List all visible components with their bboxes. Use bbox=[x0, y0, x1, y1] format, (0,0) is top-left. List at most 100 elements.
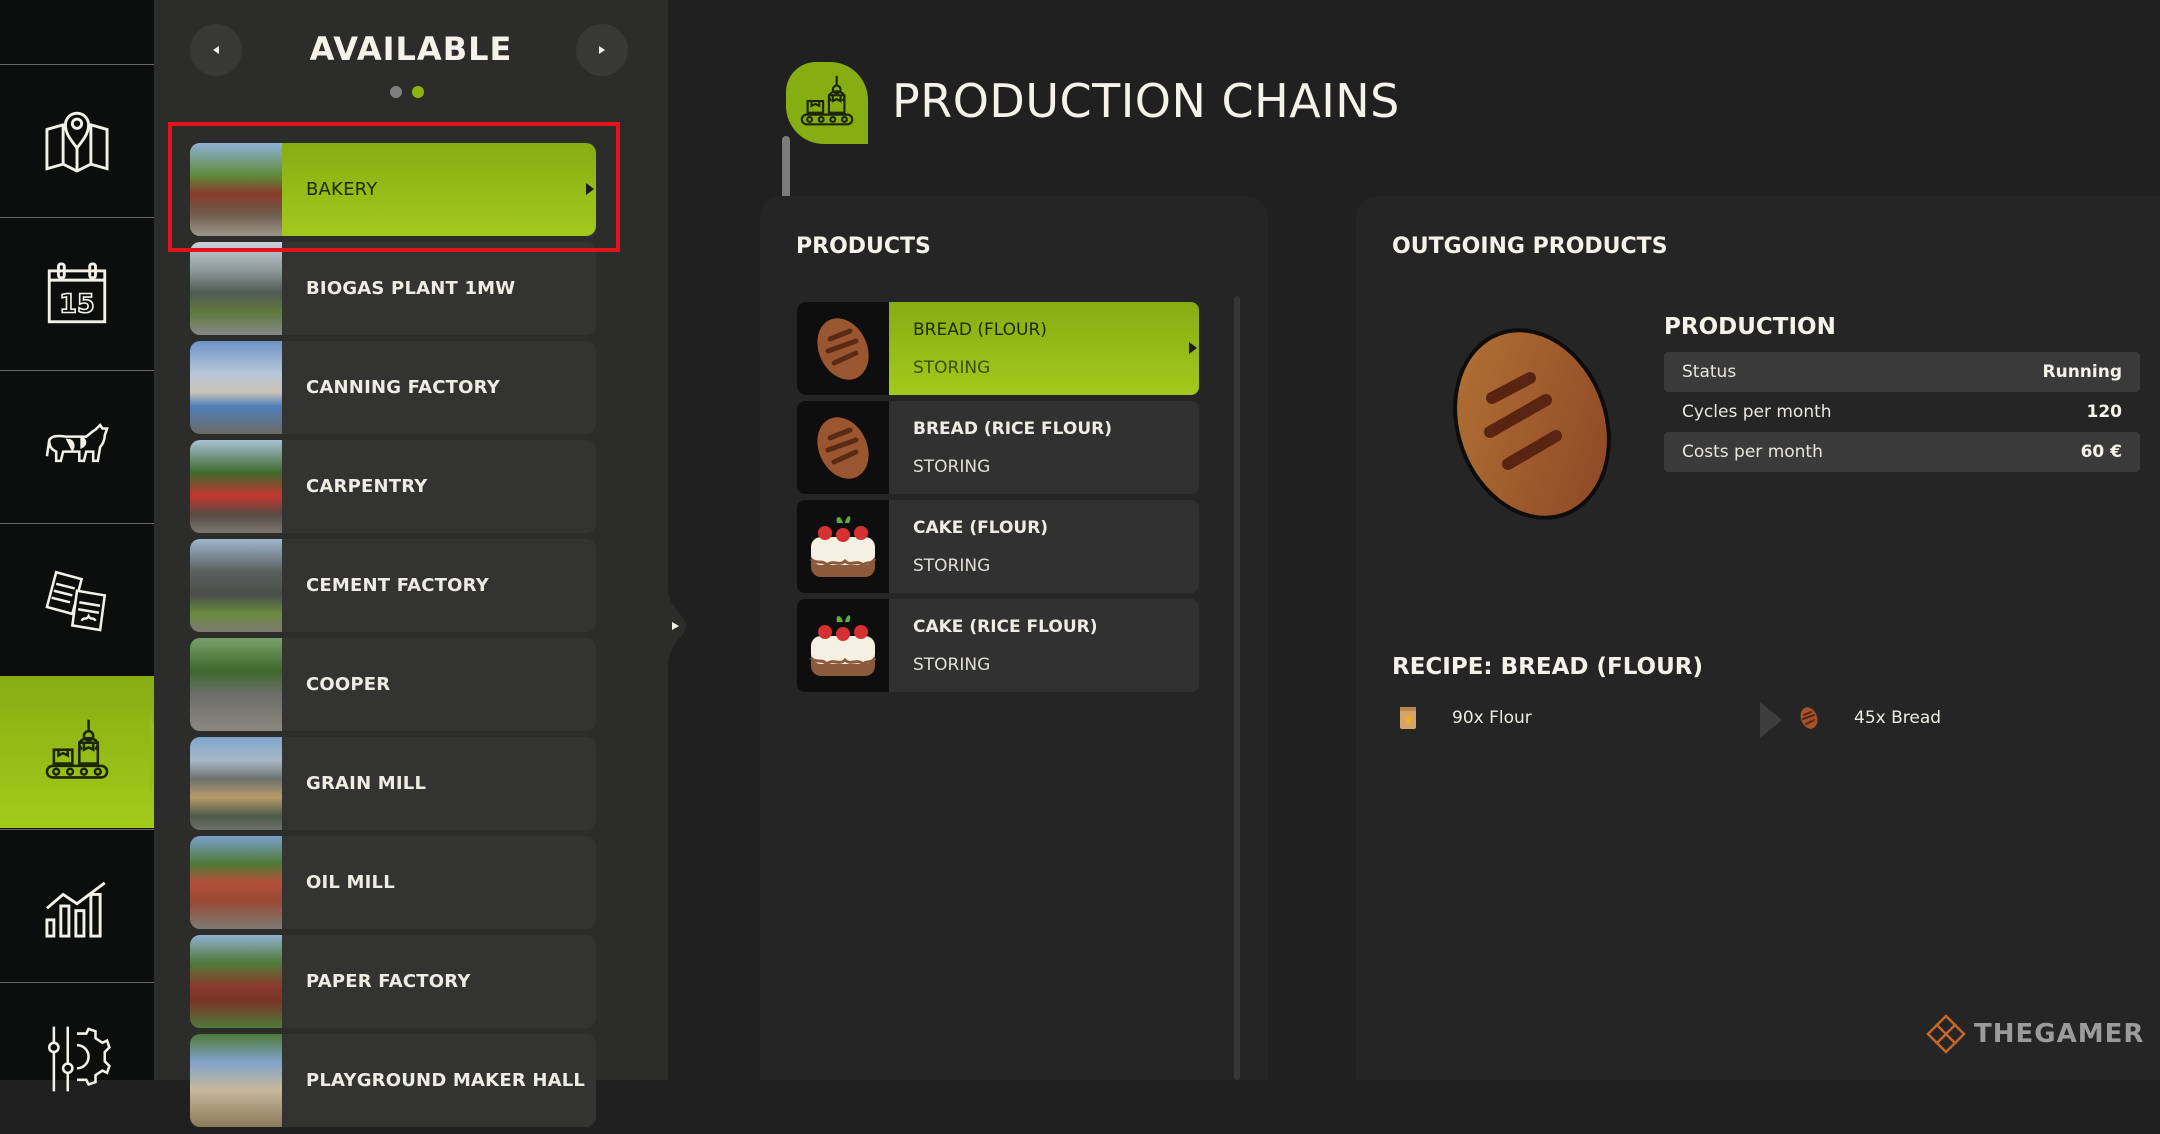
flour-sack-icon bbox=[1400, 707, 1416, 729]
recipe-input: 90x Flour bbox=[1392, 698, 1532, 738]
cement-thumbnail bbox=[190, 539, 282, 632]
canning-thumbnail bbox=[190, 341, 282, 434]
documents-icon bbox=[45, 570, 107, 632]
nav-item-animals[interactable] bbox=[0, 370, 154, 522]
nav-item-production[interactable] bbox=[0, 676, 154, 828]
product-status: STORING bbox=[913, 555, 991, 576]
collapse-panel-tab[interactable] bbox=[668, 586, 690, 666]
list-item-label: GRAIN MILL bbox=[306, 773, 427, 794]
product-status: STORING bbox=[913, 654, 991, 675]
outgoing-products-panel: OUTGOING PRODUCTS PRODUCTION Status Runn… bbox=[1356, 196, 2160, 1080]
stat-label: Cycles per month bbox=[1682, 402, 1832, 422]
list-item-canning-factory[interactable]: CANNING FACTORY bbox=[190, 341, 596, 434]
stat-label: Costs per month bbox=[1682, 442, 1823, 462]
bread-icon bbox=[1800, 707, 1818, 729]
list-item-cement-factory[interactable]: CEMENT FACTORY bbox=[190, 539, 596, 632]
nav-item-calendar[interactable]: 15 bbox=[0, 217, 154, 369]
page-dot-1[interactable] bbox=[390, 86, 402, 98]
nav-item-settings[interactable] bbox=[0, 982, 154, 1134]
list-item-label: PLAYGROUND MAKER HALL bbox=[306, 1070, 586, 1091]
production-conveyor-icon bbox=[800, 75, 854, 126]
list-item-label: BAKERY bbox=[306, 179, 378, 200]
list-item-oil-mill[interactable]: OIL MILL bbox=[190, 836, 596, 929]
previous-page-button[interactable] bbox=[190, 24, 242, 76]
settings-sliders-gear-icon bbox=[47, 1026, 111, 1091]
product-item[interactable]: BREAD (RICE FLOUR) STORING bbox=[797, 401, 1199, 494]
playground-thumbnail bbox=[190, 1034, 282, 1127]
grain-mill-thumbnail bbox=[190, 737, 282, 830]
list-item-cooper[interactable]: COOPER bbox=[190, 638, 596, 731]
product-item[interactable]: BREAD (FLOUR) STORING bbox=[797, 302, 1199, 395]
list-item-playground-maker-hall[interactable]: PLAYGROUND MAKER HALL bbox=[190, 1034, 596, 1127]
production-conveyor-icon bbox=[45, 719, 109, 779]
map-icon bbox=[45, 111, 109, 173]
nav-rail: 15 bbox=[0, 0, 154, 1091]
paper-factory-thumbnail bbox=[190, 935, 282, 1028]
recipe-row: 90x Flour 45x Bread bbox=[1392, 698, 2152, 738]
nav-item-statistics[interactable] bbox=[0, 829, 154, 981]
bread-large-icon bbox=[1453, 328, 1611, 520]
page-dot-2[interactable] bbox=[412, 86, 424, 98]
production-list: BAKERY BIOGAS PLANT 1MW CANNING FACTORY … bbox=[190, 143, 596, 1133]
cooper-thumbnail bbox=[190, 638, 282, 731]
bread-icon bbox=[817, 416, 869, 479]
arrow-left-icon bbox=[213, 46, 219, 54]
recipe-title: RECIPE: BREAD (FLOUR) bbox=[1392, 654, 1703, 680]
bar-chart-icon bbox=[45, 881, 106, 938]
product-name: CAKE (FLOUR) bbox=[913, 517, 1049, 538]
nav-item-map[interactable] bbox=[0, 64, 154, 216]
stat-value: Running bbox=[2042, 362, 2123, 382]
cake-icon bbox=[809, 614, 877, 676]
stat-value: 60 € bbox=[2080, 442, 2122, 462]
biogas-thumbnail bbox=[190, 242, 282, 335]
nav-item-contracts[interactable] bbox=[0, 523, 154, 675]
stat-row-status: Status Running bbox=[1664, 352, 2140, 392]
products-list: BREAD (FLOUR) STORING BREAD (RICE FLOUR)… bbox=[797, 302, 1199, 698]
product-name: BREAD (RICE FLOUR) bbox=[913, 418, 1112, 439]
carpentry-thumbnail bbox=[190, 440, 282, 533]
recipe-arrow-icon bbox=[1760, 702, 1782, 738]
product-status: STORING bbox=[913, 456, 991, 477]
available-title: AVAILABLE bbox=[309, 30, 513, 68]
list-item-label: CEMENT FACTORY bbox=[306, 575, 489, 596]
list-item-label: BIOGAS PLANT 1MW bbox=[306, 278, 516, 299]
recipe-output: 45x Bread bbox=[1798, 698, 1941, 738]
list-item-bakery[interactable]: BAKERY bbox=[190, 143, 596, 236]
calendar-icon: 15 bbox=[47, 261, 107, 323]
stat-row-cycles: Cycles per month 120 bbox=[1664, 392, 2140, 432]
list-item-label: CANNING FACTORY bbox=[306, 377, 500, 398]
thegamer-logo-icon bbox=[1926, 1014, 1966, 1054]
product-item[interactable]: CAKE (FLOUR) STORING bbox=[797, 500, 1199, 593]
thegamer-watermark: THEGAMER bbox=[1924, 1012, 2144, 1056]
list-item-label: OIL MILL bbox=[306, 872, 395, 893]
recipe-input-text: 90x Flour bbox=[1452, 708, 1532, 728]
product-image bbox=[797, 401, 889, 494]
bread-icon bbox=[817, 317, 869, 380]
production-stats-table: Status Running Cycles per month 120 Cost… bbox=[1664, 352, 2140, 472]
stat-value: 120 bbox=[2086, 402, 2123, 422]
recipe-output-text: 45x Bread bbox=[1854, 708, 1942, 728]
oil-mill-thumbnail bbox=[190, 836, 282, 929]
available-header: AVAILABLE bbox=[154, 24, 668, 84]
list-item-carpentry[interactable]: CARPENTRY bbox=[190, 440, 596, 533]
list-item-label: COOPER bbox=[306, 674, 391, 695]
product-status: STORING bbox=[913, 357, 991, 378]
product-item[interactable]: CAKE (RICE FLOUR) STORING bbox=[797, 599, 1199, 692]
product-name: BREAD (FLOUR) bbox=[913, 319, 1047, 340]
products-title: PRODUCTS bbox=[796, 234, 931, 259]
next-page-button[interactable] bbox=[576, 24, 628, 76]
selected-arrow-icon bbox=[586, 183, 594, 195]
bakery-thumbnail bbox=[190, 143, 282, 236]
list-item-paper-factory[interactable]: PAPER FACTORY bbox=[190, 935, 596, 1028]
watermark-text: THEGAMER bbox=[1974, 1019, 2145, 1049]
page-indicator bbox=[390, 86, 424, 98]
list-item-biogas-plant[interactable]: BIOGAS PLANT 1MW bbox=[190, 242, 596, 335]
list-item-grain-mill[interactable]: GRAIN MILL bbox=[190, 737, 596, 830]
stat-row-costs: Costs per month 60 € bbox=[1664, 432, 2140, 472]
list-item-label: CARPENTRY bbox=[306, 476, 428, 497]
svg-text:15: 15 bbox=[59, 288, 94, 318]
products-scrollbar[interactable] bbox=[1234, 296, 1240, 1080]
stat-label: Status bbox=[1682, 362, 1737, 382]
cow-icon bbox=[45, 422, 109, 462]
product-name: CAKE (RICE FLOUR) bbox=[913, 616, 1098, 637]
